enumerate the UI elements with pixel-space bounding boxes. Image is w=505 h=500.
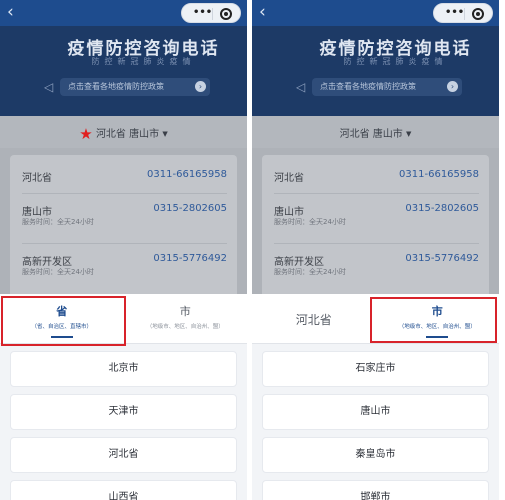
page-header: 疫情防控咨询电话 防控新冠肺炎疫情 ◁ 点击查看各地疫情防控政策 › [0,26,247,116]
right-arrow-icon: › [195,81,206,92]
tab-city[interactable]: 市 （地级市、地区、自治州、盟） [124,294,248,344]
list-item[interactable]: 河北省 [10,437,237,473]
hotline-name: 河北省 [22,173,52,184]
region-selector[interactable]: 河北省 唐山市 ▼ [252,116,499,148]
list-item[interactable]: 北京市 [10,351,237,387]
divider [274,193,479,194]
region-province: 河北省 [339,129,370,140]
caret-down-icon: ▼ [405,130,412,138]
divider [22,193,227,194]
mini-program-capsule: ••• [181,3,241,23]
right-arrow-icon: › [447,81,458,92]
chevron-left-icon[interactable]: ‹ [259,3,273,21]
hotline-card: 河北省 0311-66165958 唐山市 0315-2802605 服务时间：… [262,155,489,300]
nav-bar: ‹ ••• [0,0,247,26]
capsule-divider [464,8,465,20]
target-circle-icon[interactable] [472,8,484,20]
region-picker-sheet: 省 （省、自治区、直辖市） 市 （地级市、地区、自治州、盟） 北京市 天津市 河… [0,294,247,500]
policy-banner-label: 点击查看各地疫情防控政策 [320,82,416,91]
nav-bar: ‹ ••• [252,0,499,26]
policy-banner[interactable]: 点击查看各地疫情防控政策 › [60,78,210,96]
service-hours: 服务时间：全天24小时 [274,268,346,276]
mini-program-capsule: ••• [433,3,493,23]
tab-city-label: 市 [179,305,191,318]
hotline-name: 河北省 [274,173,304,184]
hotline-phone[interactable]: 0315-5776492 [153,253,227,264]
target-circle-icon[interactable] [220,8,232,20]
chevron-left-icon[interactable]: ‹ [7,3,21,21]
divider [22,243,227,244]
list-item[interactable]: 秦皇岛市 [262,437,489,473]
hotline-card: 河北省 0311-66165958 唐山市 0315-2802605 服务时间：… [10,155,237,300]
service-hours: 服务时间：全天24小时 [22,268,94,276]
page-subtitle: 防控新冠肺炎疫情 [343,57,448,66]
hotline-name: 唐山市 [22,207,52,218]
list-item[interactable]: 石家庄市 [262,351,489,387]
region-city: 唐山市 [372,129,403,140]
phone-screen-left: ‹ ••• 疫情防控咨询电话 防控新冠肺炎疫情 ◁ 点击查看各地疫情防控政策 ›… [0,0,247,500]
policy-banner[interactable]: 点击查看各地疫情防控政策 › [312,78,462,96]
service-hours: 服务时间：全天24小时 [274,218,346,226]
region-selector-label: 河北省 唐山市 ▼ [252,125,499,140]
caret-down-icon: ▼ [162,130,168,138]
divider [274,243,479,244]
more-dots-icon[interactable]: ••• [445,7,464,19]
hotline-phone[interactable]: 0315-5776492 [405,253,479,264]
region-province: 河北省 [95,129,126,140]
megaphone-icon: ◁ [44,80,54,94]
tab-province-label: 河北省 [295,313,332,327]
list-item[interactable]: 山西省 [10,480,237,500]
phone-screen-right: ‹ ••• 疫情防控咨询电话 防控新冠肺炎疫情 ◁ 点击查看各地疫情防控政策 ›… [252,0,499,500]
list-item[interactable]: 天津市 [10,394,237,430]
capsule-divider [212,8,213,20]
page-subtitle: 防控新冠肺炎疫情 [91,57,196,66]
hotline-phone[interactable]: 0311-66165958 [147,169,227,180]
service-hours: 服务时间：全天24小时 [22,218,94,226]
list-item[interactable]: 唐山市 [262,394,489,430]
region-picker-sheet: 河北省 市 （地级市、地区、自治州、盟） 石家庄市 唐山市 秦皇岛市 邯郸市 [252,294,499,500]
hotline-name: 高新开发区 [274,257,324,268]
region-selector-label: ★ 河北省 唐山市 ▼ [0,125,247,143]
megaphone-icon: ◁ [296,80,306,94]
hotline-phone[interactable]: 0315-2802605 [153,203,227,214]
tab-city-hint: （地级市、地区、自治州、盟） [146,324,224,330]
highlight-box [1,296,126,346]
page-header: 疫情防控咨询电话 防控新冠肺炎疫情 ◁ 点击查看各地疫情防控政策 › [252,26,499,116]
region-city: 唐山市 [129,129,160,140]
star-icon: ★ [79,125,93,143]
hotline-phone[interactable]: 0315-2802605 [405,203,479,214]
more-dots-icon[interactable]: ••• [193,7,212,19]
hotline-phone[interactable]: 0311-66165958 [399,169,479,180]
region-selector[interactable]: ★ 河北省 唐山市 ▼ [0,116,247,148]
list-item[interactable]: 邯郸市 [262,480,489,500]
policy-banner-label: 点击查看各地疫情防控政策 [68,82,164,91]
hotline-name: 唐山市 [274,207,304,218]
highlight-box [370,297,497,343]
tab-province[interactable]: 河北省 [252,294,376,344]
hotline-name: 高新开发区 [22,257,72,268]
